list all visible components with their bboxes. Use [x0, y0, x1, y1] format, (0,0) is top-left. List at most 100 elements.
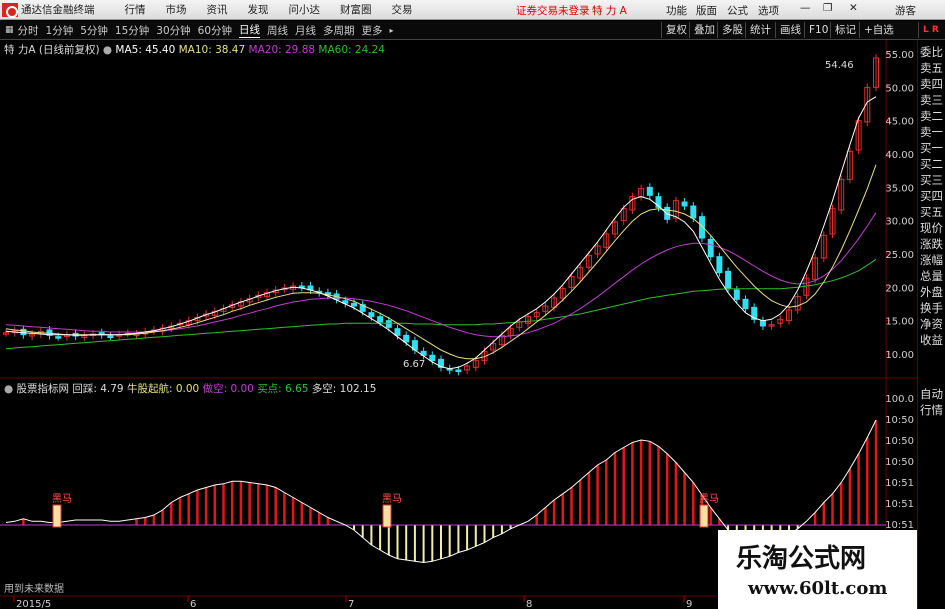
price-low-label: 6.67 — [403, 359, 425, 370]
tab-intraday[interactable]: 分时 — [18, 23, 39, 38]
price-tick-label: 10.00 — [885, 350, 914, 361]
quote-auto[interactable]: 自动 — [918, 386, 943, 402]
tab-60min[interactable]: 60分钟 — [198, 23, 232, 38]
indicator-tick-label: 10:51 — [885, 499, 914, 510]
price-high-label: 54.46 — [825, 60, 854, 71]
candle — [725, 270, 732, 290]
toolbar-mark[interactable]: 标记 — [830, 22, 860, 38]
menu-layout[interactable]: 版面 — [696, 3, 717, 18]
candle — [429, 354, 436, 362]
quote-field-4: 卖二 — [920, 109, 943, 123]
candle — [377, 316, 384, 323]
menu-formula[interactable]: 公式 — [727, 3, 748, 18]
quote-field-14: 总量 — [920, 269, 943, 283]
menu-item-quotes[interactable]: 行情 — [125, 2, 146, 17]
candle — [742, 298, 749, 310]
quote-side-panel: 委比 卖五 卖四 卖三 卖二 卖一 买一 买二 买三 买四 买五 现价 涨跌 涨幅 总量 外盘 换手 净资 收益 自… — [917, 40, 945, 609]
marker-bar-1 — [52, 504, 62, 528]
tab-30min[interactable]: 30分钟 — [156, 23, 190, 38]
price-tick-label: 20.00 — [885, 283, 914, 294]
quote-field-13: 涨幅 — [920, 253, 943, 267]
menu-item-market[interactable]: 市场 — [166, 2, 187, 17]
quote-field-list: 委比 卖五 卖四 卖三 卖二 卖一 买一 买二 买三 买四 买五 现价 涨跌 涨幅 总量 外盘 换手 净资 收益 — [918, 40, 945, 348]
toolbar-f10[interactable]: F10 — [804, 22, 832, 38]
menu-item-ask[interactable]: 问小达 — [289, 2, 321, 17]
tab-daily[interactable]: 日线 — [239, 22, 261, 38]
ma5-line — [5, 96, 877, 370]
menu-options[interactable]: 选项 — [758, 3, 779, 18]
quote-field-11: 现价 — [920, 221, 943, 235]
watermark-url: www.60lt.com — [748, 578, 888, 599]
tab-more[interactable]: 更多 — [362, 23, 383, 38]
tab-monthly[interactable]: 月线 — [295, 23, 316, 38]
quote-market[interactable]: 行情 — [918, 402, 943, 418]
toolbar-multi-stock[interactable]: 多股 — [717, 22, 747, 38]
indicator-axis: 100.010:5010:5010:5010:5110:5110:51 — [885, 394, 914, 531]
tab-5min[interactable]: 5分钟 — [80, 23, 108, 38]
window-restore-icon[interactable]: ❐ — [823, 2, 832, 14]
quote-field-0: 委比 — [920, 45, 943, 59]
marker-label-1: 黑马 — [52, 493, 72, 505]
stock-short-name: 特 力 A — [592, 5, 627, 17]
menu-item-trade[interactable]: 交易 — [392, 2, 413, 17]
watermark-title: 乐淘公式网 — [736, 544, 867, 574]
kline-chart[interactable]: 55.00 50.00 45.00 40.00 35.00 30.00 25.00 20.00… — [0, 40, 917, 609]
tab-menu-icon[interactable]: ▦ — [5, 25, 14, 35]
menu-item-wealth[interactable]: 财富圈 — [340, 2, 372, 17]
tab-1min[interactable]: 1分钟 — [46, 23, 74, 38]
watermark: 乐淘公式网 www.60lt.com — [718, 530, 917, 609]
toolbar-add-watchlist[interactable]: +自选 — [859, 22, 898, 38]
candle — [707, 238, 714, 258]
quote-field-5: 卖一 — [920, 125, 943, 139]
ma10-line — [5, 164, 877, 360]
quote-field-7: 买二 — [920, 157, 943, 171]
menu-function[interactable]: 功能 — [666, 3, 687, 18]
marker-bar-2 — [382, 504, 392, 528]
indicator-tick-label: 10:50 — [885, 415, 914, 426]
window-close-icon[interactable]: ✕ — [849, 2, 858, 14]
toolbar-stats[interactable]: 统计 — [745, 22, 775, 38]
quote-field-18: 收益 — [920, 333, 943, 347]
indicator-tick-label: 10:50 — [885, 457, 914, 468]
toolbar-lr-badge[interactable]: L R — [918, 22, 943, 38]
price-tick-label: 55.00 — [885, 50, 914, 61]
toolbar-draw[interactable]: 画线 — [775, 22, 805, 38]
app-logo-icon — [2, 2, 18, 18]
candle — [716, 256, 723, 274]
menu-item-discover[interactable]: 发现 — [248, 2, 269, 17]
price-axis: 55.00 50.00 45.00 40.00 35.00 30.00 25.00 20.00… — [885, 50, 914, 361]
candle — [351, 302, 357, 307]
quote-field-3: 卖三 — [920, 93, 943, 107]
quote-field-6: 买一 — [920, 141, 943, 155]
toolbar-overlay[interactable]: 叠加 — [689, 22, 719, 38]
indicator-tick-label: 10:51 — [885, 478, 914, 489]
toolbar-adjust[interactable]: 复权 — [661, 22, 691, 38]
menu-guest[interactable]: 游客 — [895, 3, 916, 18]
ma20-line — [5, 212, 877, 338]
date-tick-label: 8 — [526, 599, 532, 609]
tab-multi-period[interactable]: 多周期 — [323, 23, 355, 38]
indicator-tick-label: 100.0 — [885, 394, 914, 405]
quote-field-15: 外盘 — [920, 285, 943, 299]
price-tick-label: 40.00 — [885, 150, 914, 161]
tab-weekly[interactable]: 周线 — [267, 23, 288, 38]
candle — [646, 186, 653, 196]
candle — [733, 289, 740, 300]
quote-field-2: 卖四 — [920, 77, 943, 91]
app-title: 通达信金融终端 — [21, 4, 95, 16]
tab-15min[interactable]: 15分钟 — [115, 23, 149, 38]
price-tick-label: 35.00 — [885, 183, 914, 194]
candle — [690, 205, 697, 219]
ma-lines — [5, 96, 877, 370]
quote-field-10: 买五 — [920, 205, 943, 219]
candle — [455, 369, 462, 372]
menu-item-news[interactable]: 资讯 — [207, 2, 228, 17]
candle — [385, 320, 392, 328]
window-minimize-icon[interactable]: — — [800, 2, 811, 14]
quote-field-12: 涨跌 — [920, 237, 943, 251]
quote-field-1: 卖五 — [920, 61, 943, 75]
quote-field-8: 买三 — [920, 173, 943, 187]
candle — [298, 285, 305, 288]
indicator-note: 用到未来数据 — [4, 582, 64, 595]
more-chevron-icon[interactable]: ▸ — [390, 26, 394, 35]
